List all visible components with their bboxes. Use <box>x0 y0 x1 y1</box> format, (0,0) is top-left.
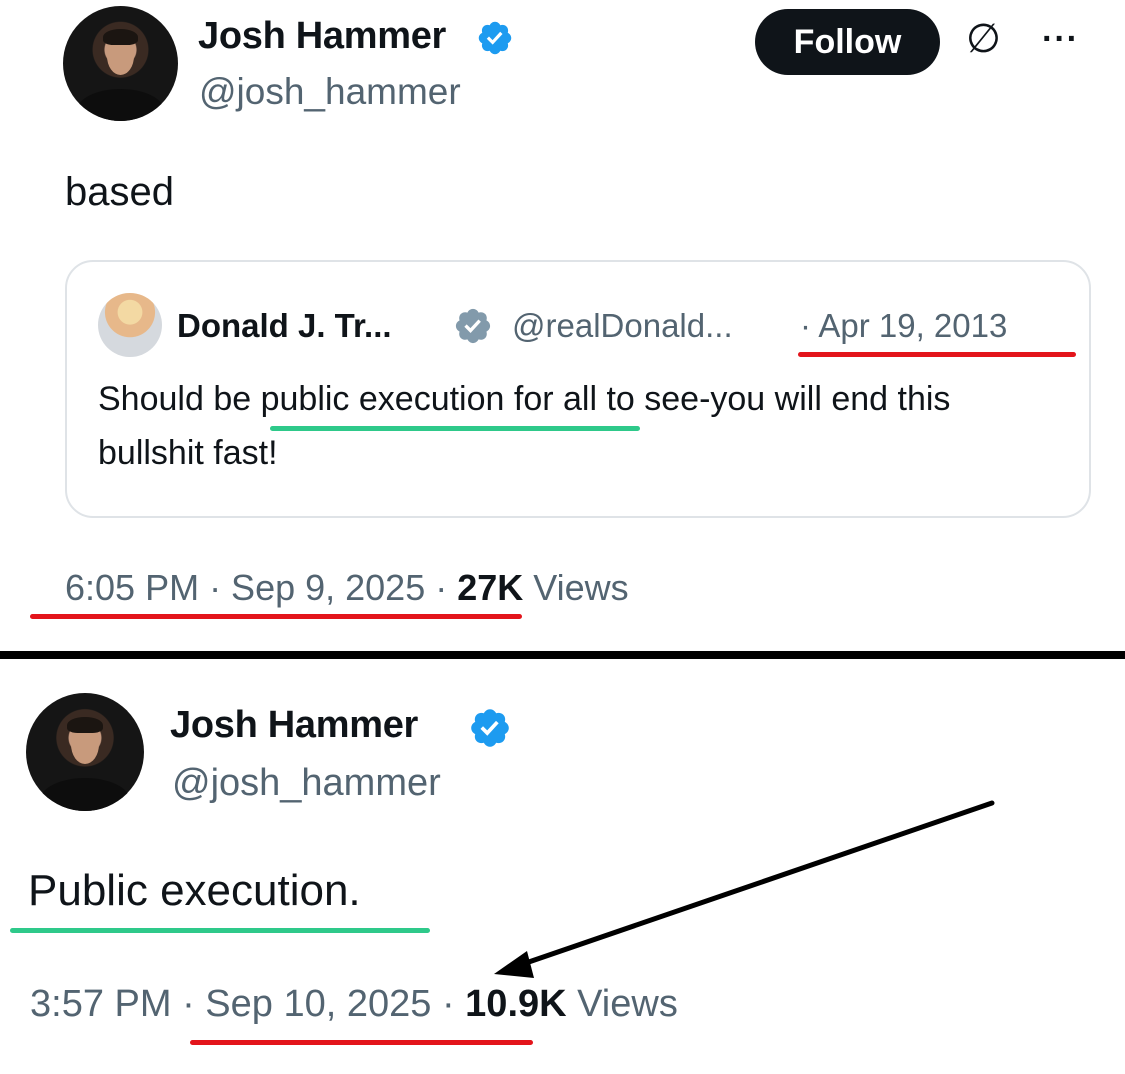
author-avatar[interactable] <box>26 693 144 811</box>
tweet-time[interactable]: 3:57 PM · <box>30 983 205 1025</box>
meta-separator: · <box>431 983 466 1025</box>
author-name[interactable]: Josh Hammer <box>198 15 446 58</box>
tweet-date[interactable]: Sep 10, 2025 <box>205 983 431 1025</box>
red-underline-annotation <box>190 1040 533 1045</box>
tweet-timestamp-views[interactable]: 6:05 PM · Sep 9, 2025 · 27K Views <box>65 567 629 609</box>
author-handle[interactable]: @josh_hammer <box>199 71 461 113</box>
tweet-text: based <box>65 170 174 214</box>
views-count: 10.9K <box>465 983 567 1025</box>
divider <box>0 651 1125 659</box>
quoted-author-name[interactable]: Donald J. Tr... <box>177 307 392 345</box>
views-count: 27K <box>457 567 524 608</box>
tweet-text: Public execution. <box>28 866 361 915</box>
quoted-author-handle[interactable]: @realDonald... <box>512 307 733 345</box>
tweet-timestamp-views[interactable]: 3:57 PM · Sep 10, 2025 · 10.9K Views <box>30 983 678 1026</box>
follow-button[interactable]: Follow <box>755 9 940 75</box>
more-options-icon[interactable]: ··· <box>1042 20 1079 59</box>
grok-icon[interactable]: ∅ <box>966 16 1001 62</box>
tweet-timestamp[interactable]: 6:05 PM · Sep 9, 2025 · <box>65 567 457 608</box>
verified-grey-badge-icon <box>455 308 491 344</box>
verified-badge-icon <box>471 709 509 747</box>
views-label: Views <box>566 983 678 1025</box>
red-underline-annotation <box>798 352 1076 357</box>
quoted-text-start: Should be <box>98 380 261 418</box>
quoted-text-highlight: public execution <box>260 380 505 418</box>
views-label: Views <box>523 567 629 608</box>
author-avatar[interactable] <box>63 6 178 121</box>
author-handle[interactable]: @josh_hammer <box>172 762 441 805</box>
quoted-author-avatar[interactable] <box>98 293 162 357</box>
quoted-tweet-date[interactable]: · Apr 19, 2013 <box>800 307 1007 345</box>
green-underline-annotation <box>270 426 640 431</box>
author-name[interactable]: Josh Hammer <box>170 704 418 747</box>
red-underline-annotation <box>30 614 522 619</box>
green-underline-annotation <box>10 928 430 933</box>
verified-badge-icon <box>478 21 512 55</box>
